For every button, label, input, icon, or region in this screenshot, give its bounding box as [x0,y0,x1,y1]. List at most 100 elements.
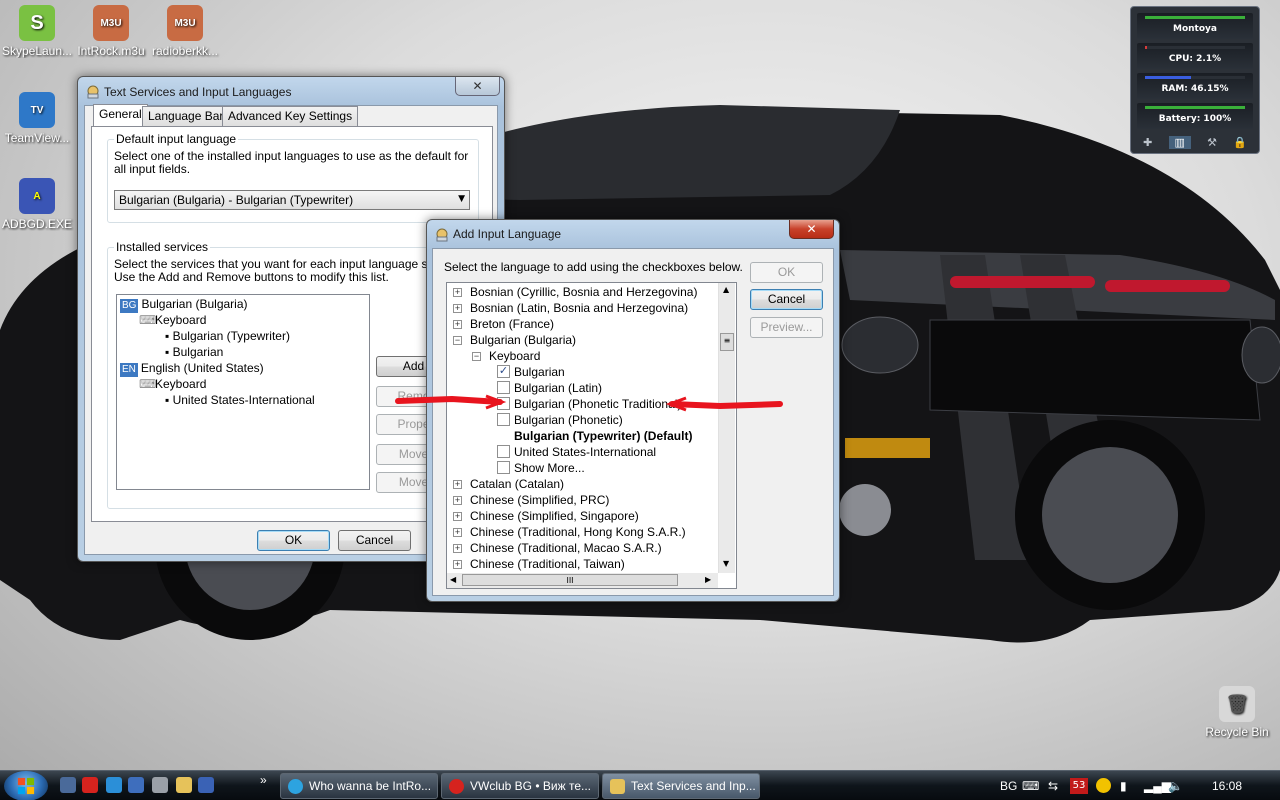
cancel-button[interactable]: Cancel [338,530,411,551]
tree-item-keyboard[interactable]: ⌨Keyboard [139,312,206,328]
preview-button[interactable]: Preview... [750,317,823,338]
settings-icon[interactable]: ⚒ [1207,136,1217,149]
language-tree-label: Chinese (Simplified, PRC) [470,493,610,507]
language-tree-item[interactable]: − Keyboard [447,348,715,364]
opera-icon[interactable] [82,777,98,793]
dialog-title: Add Input Language [453,227,562,241]
tree-item-english[interactable]: EN English (United States) [120,360,264,377]
quick-launch-overflow[interactable]: » [260,765,267,795]
desktop-icon-label: SkypeLaun... [1,44,73,58]
signal-icon[interactable]: ▂▄▆ [1144,771,1171,800]
scroll-left-icon: ◀ [450,575,457,584]
tree-item-bulgarian-layout[interactable]: ▪ Bulgarian [165,344,223,360]
language-tree-item[interactable]: + Bosnian (Cyrillic, Bosnia and Herzegovi… [447,284,715,300]
checkbox[interactable] [497,461,510,474]
ok-button[interactable]: OK [750,262,823,283]
tab-general[interactable]: General [93,104,148,127]
taskbar-button-text-services[interactable]: Text Services and Inp... [602,773,760,799]
notification-badge[interactable]: 53 [1070,778,1088,794]
clock[interactable]: 16:08 [1212,771,1242,800]
volume-icon[interactable]: 🔈 [1168,771,1183,800]
expand-icon[interactable]: + [453,304,462,313]
wordpad-icon[interactable] [128,777,144,793]
desktop-icon-adbgd[interactable]: A ADBGD.EXE [0,178,74,231]
language-tree-item[interactable]: + Chinese (Simplified, Singapore) [447,508,715,524]
language-tree-item[interactable]: + Bosnian (Latin, Bosnia and Herzegovina) [447,300,715,316]
start-button[interactable] [4,771,48,800]
language-tree-item[interactable]: + Chinese (Traditional, Hong Kong S.A.R.) [447,524,715,540]
tree-item-typewriter[interactable]: ▪ Bulgarian (Typewriter) [165,328,290,344]
keyboard-icon: ⌨ [139,313,157,327]
app-icon[interactable] [198,777,214,793]
lock-icon[interactable]: 🔒 [1233,136,1247,149]
language-tree-label: Breton (France) [470,317,555,331]
horizontal-scrollbar[interactable]: ◀ III ▶ [447,573,718,588]
tools-icon[interactable] [152,777,168,793]
ok-button[interactable]: OK [257,530,330,551]
language-tree[interactable]: + Bosnian (Cyrillic, Bosnia and Herzegovi… [446,282,737,589]
expand-icon[interactable]: + [453,544,462,553]
desktop-icon-radioberkk[interactable]: M3U radioberkk... [148,5,222,58]
language-tree-item[interactable]: Show More... [447,460,715,476]
expand-icon[interactable]: + [453,288,462,297]
expand-icon[interactable]: + [453,496,462,505]
installed-services-tree[interactable]: BG Bulgarian (Bulgaria) ⌨Keyboard ▪ Bulga… [116,294,370,490]
language-tree-item[interactable]: + Catalan (Catalan) [447,476,715,492]
language-tree-item[interactable]: + Breton (France) [447,316,715,332]
gadget-cpu-row: CPU: 2.1% [1137,43,1253,69]
gadget-name: Montoya [1173,24,1217,34]
language-tree-label: Catalan (Catalan) [470,477,565,491]
language-tree-item[interactable]: Bulgarian (Typewriter) (Default) [447,428,715,444]
expand-icon[interactable]: + [453,480,462,489]
close-button[interactable]: ✕ [455,77,500,96]
taskbar-button-skype[interactable]: Who wanna be IntRo... [280,773,438,799]
language-tree-item[interactable]: Bulgarian (Phonetic) [447,412,715,428]
desktop-icon-teamviewer[interactable]: TV TeamView... [0,92,74,145]
checkbox[interactable]: ✓ [497,365,510,378]
monitor-icon[interactable]: ▥ [1168,135,1191,149]
expand-icon[interactable]: + [453,320,462,329]
checkbox[interactable] [497,445,510,458]
language-tree-item[interactable]: Bulgarian (Phonetic Traditional) [447,396,715,412]
language-tree-item[interactable]: ✓ Bulgarian [447,364,715,380]
power-icon[interactable]: ▮ [1120,771,1127,800]
language-tree-item[interactable]: − Bulgarian (Bulgaria) [447,332,715,348]
tray-arrows-icon[interactable]: ⇆ [1048,771,1058,800]
language-tree-item[interactable]: Bulgarian (Latin) [447,380,715,396]
language-tree-item[interactable]: + Chinese (Traditional, Taiwan) [447,556,715,572]
cancel-button[interactable]: Cancel [750,289,823,310]
language-indicator[interactable]: BG [1000,771,1017,800]
desktop-icon-recycle-bin[interactable]: 🗑 Recycle Bin [1200,686,1274,739]
desktop-icon-introck[interactable]: M3U IntRock.m3u [74,5,148,58]
close-button[interactable]: ✕ [789,220,834,239]
scroll-thumb[interactable]: ≡ [720,333,734,351]
tree-item-keyboard[interactable]: ⌨Keyboard [139,376,206,392]
desktop-icon-skype[interactable]: S SkypeLaun... [0,5,74,58]
horizontal-scroll-thumb[interactable]: III [462,574,678,586]
add-icon[interactable]: ✚ [1143,136,1152,149]
language-tree-item[interactable]: + Chinese (Traditional, Macao S.A.R.) [447,540,715,556]
ie-icon[interactable] [106,777,122,793]
vertical-scrollbar[interactable]: ▲ ≡ ▼ [718,283,735,573]
language-tree-item[interactable]: + Chinese (Simplified, PRC) [447,492,715,508]
checkbox[interactable] [497,397,510,410]
language-tree-item[interactable]: United States-International [447,444,715,460]
tree-item-bulgarian[interactable]: BG Bulgarian (Bulgaria) [120,296,248,313]
folder-icon[interactable] [176,777,192,793]
expand-icon[interactable]: + [453,560,462,569]
gadget-ram-row: RAM: 46.15% [1137,73,1253,99]
collapse-icon[interactable]: − [472,352,481,361]
default-language-dropdown[interactable]: Bulgarian (Bulgaria) - Bulgarian (Typewr… [114,190,470,210]
tab-advanced-key-settings[interactable]: Advanced Key Settings [222,106,359,126]
taskbar-button-opera[interactable]: VWclub BG • Виж те... [441,773,599,799]
keyboard-icon[interactable]: ⌨ [1022,771,1039,800]
checkbox[interactable] [497,381,510,394]
tab-language-bar[interactable]: Language Bar [142,106,230,126]
show-desktop-icon[interactable] [60,777,76,793]
tree-item-us-international[interactable]: ▪ United States-International [165,392,315,408]
collapse-icon[interactable]: − [453,336,462,345]
checkbox[interactable] [497,413,510,426]
messenger-icon[interactable] [1096,778,1111,793]
expand-icon[interactable]: + [453,512,462,521]
expand-icon[interactable]: + [453,528,462,537]
